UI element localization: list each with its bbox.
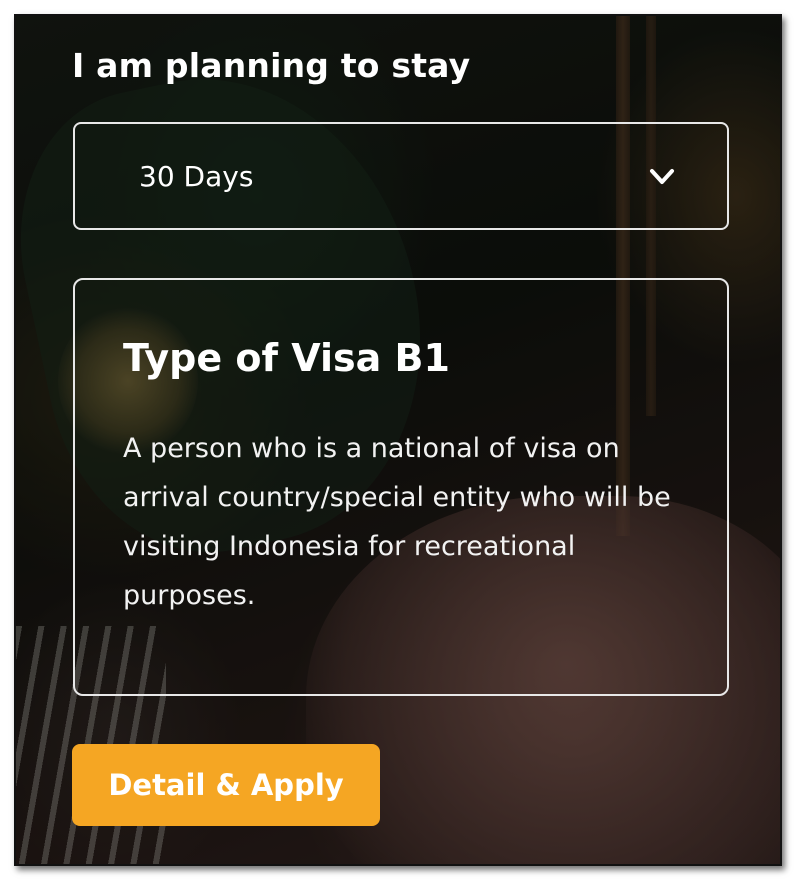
visa-type-title: Type of Visa B1 [123,336,450,380]
visa-type-card: Type of Visa B1 A person who is a nation… [73,278,729,696]
stay-duration-select[interactable]: 30 Days [73,122,729,230]
stay-duration-label: I am planning to stay [72,46,471,85]
stay-duration-value: 30 Days [139,160,254,193]
visa-form: I am planning to stay 30 Days Type of Vi… [16,16,780,864]
detail-apply-button[interactable]: Detail & Apply [72,744,380,826]
chevron-down-icon [650,169,674,184]
visa-type-description: A person who is a national of visa on ar… [123,433,671,611]
visa-widget: I am planning to stay 30 Days Type of Vi… [14,14,782,866]
